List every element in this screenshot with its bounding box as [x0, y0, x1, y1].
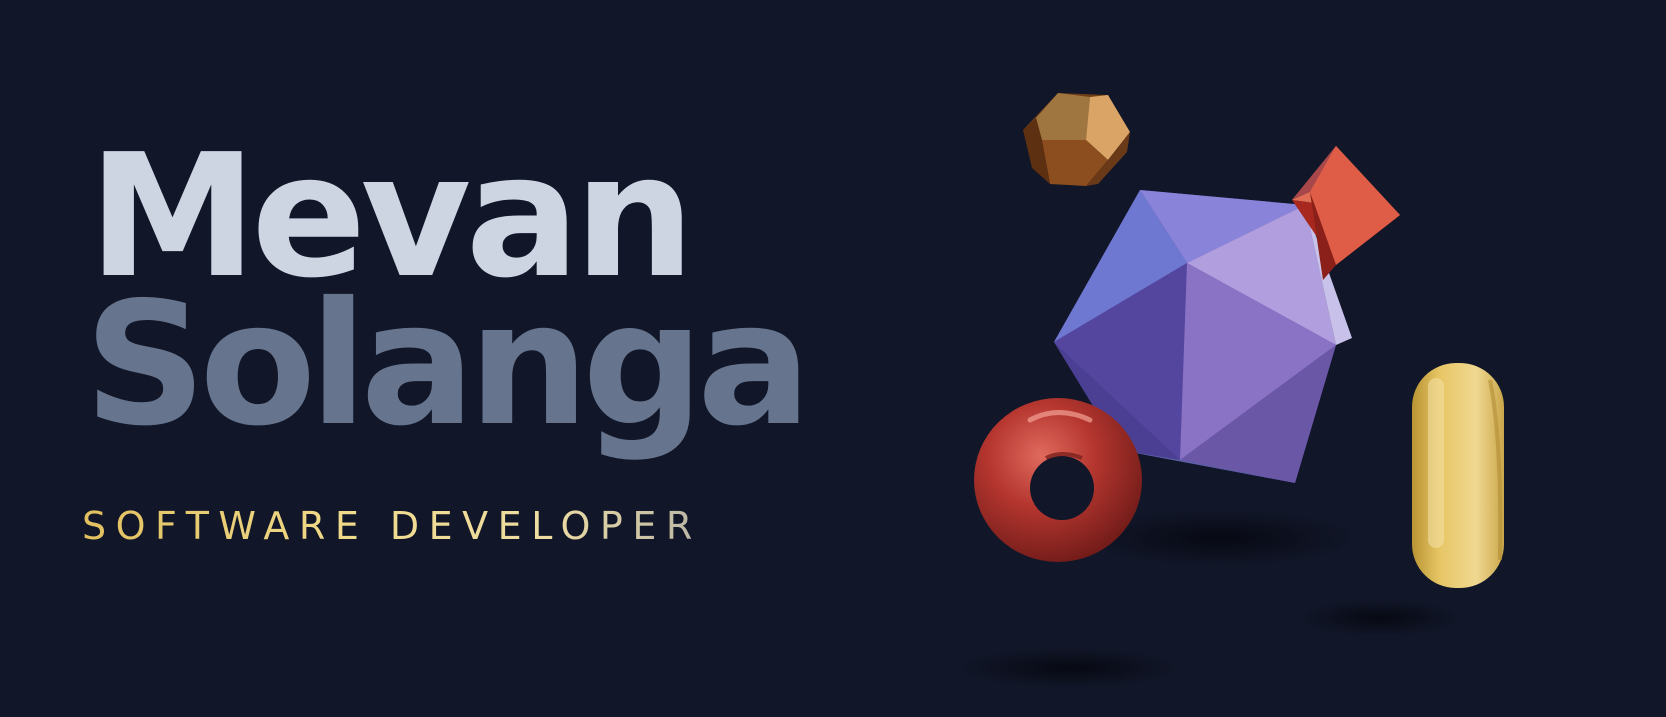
shape-shadow — [960, 648, 1180, 688]
last-name: Solanga — [84, 266, 812, 464]
dodecahedron-shape — [1023, 93, 1130, 186]
capsule-shape — [1412, 363, 1504, 588]
3d-shapes-illustration — [960, 93, 1504, 688]
role-title: SOFTWARE DEVELOPER — [82, 504, 702, 548]
shape-shadow — [1300, 600, 1460, 636]
3d-shapes-scene — [960, 80, 1550, 710]
torus-shape — [974, 398, 1142, 562]
